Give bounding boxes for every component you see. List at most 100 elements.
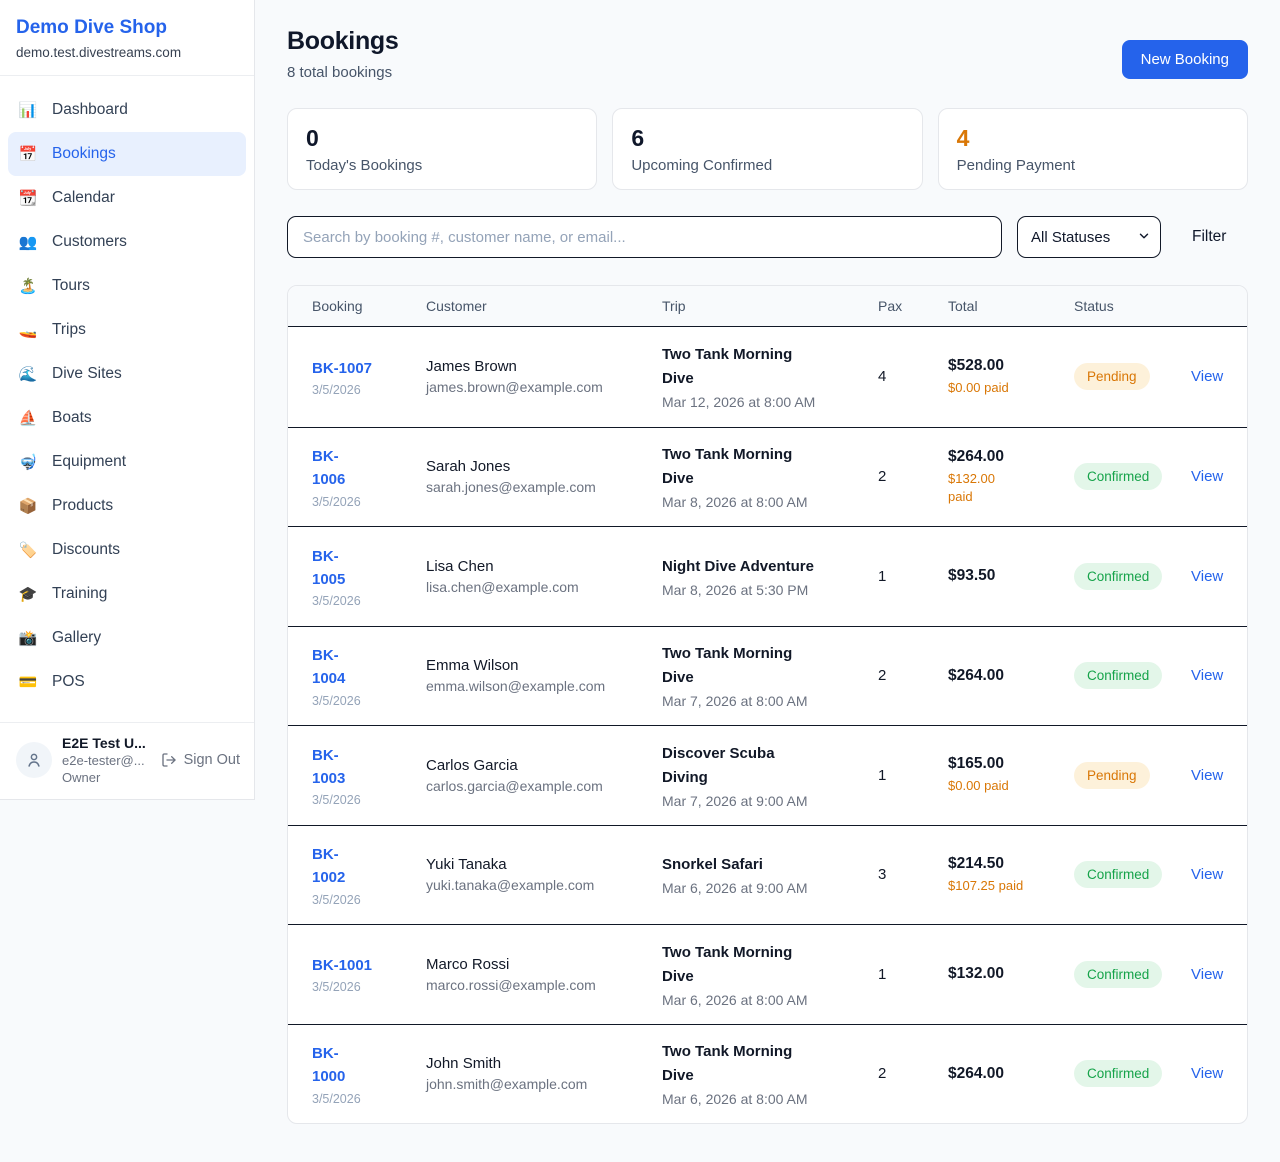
sidebar-item-label: Equipment — [52, 453, 126, 471]
view-link[interactable]: View — [1191, 767, 1223, 784]
new-booking-button[interactable]: New Booking — [1122, 40, 1248, 79]
trip-datetime: Mar 8, 2026 at 5:30 PM — [662, 582, 878, 598]
person-icon — [25, 751, 43, 769]
view-link[interactable]: View — [1191, 568, 1223, 585]
sidebar-item-trips[interactable]: 🚤 Trips — [8, 308, 246, 352]
customer-name: Sarah Jones — [426, 458, 662, 475]
booking-number-link[interactable]: BK-1004 — [312, 644, 354, 691]
filter-button[interactable]: Filter — [1192, 228, 1226, 246]
customer-name: John Smith — [426, 1055, 662, 1072]
paid-amount: $0.00 paid — [948, 777, 1074, 795]
user-email: e2e-tester@... — [62, 753, 151, 768]
booking-cell: BK-1007 3/5/2026 — [312, 357, 426, 397]
status-badge: Pending — [1074, 363, 1150, 390]
view-link[interactable]: View — [1191, 667, 1223, 684]
trip-name: Two Tank Morning Dive — [662, 343, 797, 391]
sidebar-item-tours[interactable]: 🏝️ Tours — [8, 264, 246, 308]
sidebar-item-equipment[interactable]: 🤿 Equipment — [8, 440, 246, 484]
trip-datetime: Mar 7, 2026 at 9:00 AM — [662, 793, 878, 809]
sidebar-nav: 📊 Dashboard 📅 Bookings 📆 Calendar 👥 Cust… — [0, 76, 254, 722]
total-cell: $93.50 — [948, 567, 1074, 585]
view-link[interactable]: View — [1191, 1065, 1223, 1082]
stat-label: Today's Bookings — [306, 157, 578, 174]
trip-cell: Discover Scuba Diving Mar 7, 2026 at 9:0… — [662, 742, 878, 809]
sidebar-item-dive-sites[interactable]: 🌊 Dive Sites — [8, 352, 246, 396]
sidebar-item-discounts[interactable]: 🏷️ Discounts — [8, 528, 246, 572]
customer-name: Yuki Tanaka — [426, 856, 662, 873]
page-title-block: Bookings 8 total bookings — [287, 27, 399, 81]
status-filter-select[interactable]: All Statuses — [1017, 216, 1161, 258]
booking-date: 3/5/2026 — [312, 980, 426, 994]
sidebar-item-products[interactable]: 📦 Products — [8, 484, 246, 528]
total-cell: $165.00 $0.00 paid — [948, 755, 1074, 795]
customer-name: James Brown — [426, 358, 662, 375]
view-link[interactable]: View — [1191, 866, 1223, 883]
sidebar-item-customers[interactable]: 👥 Customers — [8, 220, 246, 264]
user-footer: E2E Test U... e2e-tester@... Owner Sign … — [0, 722, 254, 799]
search-input[interactable] — [287, 216, 1002, 258]
view-link[interactable]: View — [1191, 368, 1223, 385]
booking-cell: BK-1001 3/5/2026 — [312, 954, 426, 994]
wave-icon: 🌊 — [18, 365, 38, 383]
customer-name: Marco Rossi — [426, 956, 662, 973]
table-row: BK-1003 3/5/2026 Carlos Garcia carlos.ga… — [288, 725, 1247, 825]
main-content: Bookings 8 total bookings New Booking 0 … — [255, 0, 1280, 1124]
booking-number-link[interactable]: BK-1007 — [312, 357, 426, 380]
status-cell: Confirmed — [1074, 662, 1191, 689]
total-amount: $165.00 — [948, 755, 1074, 773]
brand: Demo Dive Shop demo.test.divestreams.com — [0, 0, 254, 76]
sidebar-item-dashboard[interactable]: 📊 Dashboard — [8, 88, 246, 132]
sidebar-item-gallery[interactable]: 📸 Gallery — [8, 616, 246, 660]
graduation-cap-icon: 🎓 — [18, 585, 38, 603]
view-link[interactable]: View — [1191, 966, 1223, 983]
sidebar-item-training[interactable]: 🎓 Training — [8, 572, 246, 616]
view-link[interactable]: View — [1191, 468, 1223, 485]
total-cell: $264.00 $132.00 paid — [948, 448, 1074, 506]
booking-number-link[interactable]: BK-1003 — [312, 744, 354, 791]
total-amount: $264.00 — [948, 667, 1074, 685]
trip-name: Two Tank Morning Dive — [662, 941, 797, 989]
sidebar-item-pos[interactable]: 💳 POS — [8, 660, 246, 704]
trip-cell: Two Tank Morning Dive Mar 6, 2026 at 8:0… — [662, 1040, 878, 1107]
total-amount: $264.00 — [948, 448, 1074, 466]
column-header-status: Status — [1074, 298, 1191, 314]
trip-cell: Two Tank Morning Dive Mar 6, 2026 at 8:0… — [662, 941, 878, 1008]
trip-name: Two Tank Morning Dive — [662, 443, 797, 491]
table-row: BK-1005 3/5/2026 Lisa Chen lisa.chen@exa… — [288, 526, 1247, 626]
booking-number-link[interactable]: BK-1006 — [312, 445, 354, 492]
sidebar-item-label: Dashboard — [52, 101, 128, 119]
sidebar-item-label: Products — [52, 497, 113, 515]
customer-name: Emma Wilson — [426, 657, 662, 674]
customer-email: carlos.garcia@example.com — [426, 778, 662, 794]
trip-name: Night Dive Adventure — [662, 555, 878, 579]
sidebar-item-bookings[interactable]: 📅 Bookings — [8, 132, 246, 176]
table-header-row: Booking Customer Trip Pax Total Status — [288, 286, 1247, 327]
paid-amount: $132.00 paid — [948, 470, 1006, 506]
paid-amount: $0.00 paid — [948, 379, 1074, 397]
trip-name: Two Tank Morning Dive — [662, 642, 797, 690]
customer-email: emma.wilson@example.com — [426, 678, 662, 694]
sidebar-item-calendar[interactable]: 📆 Calendar — [8, 176, 246, 220]
pax-cell: 2 — [878, 1065, 948, 1082]
sidebar-item-label: Dive Sites — [52, 365, 122, 383]
column-header-booking: Booking — [312, 298, 426, 314]
page-header: Bookings 8 total bookings New Booking — [287, 27, 1248, 81]
sailboat-icon: ⛵ — [18, 409, 38, 427]
status-filter-wrap: All Statuses — [1017, 216, 1161, 258]
sidebar-item-boats[interactable]: ⛵ Boats — [8, 396, 246, 440]
status-cell: Confirmed — [1074, 463, 1191, 490]
trip-datetime: Mar 7, 2026 at 8:00 AM — [662, 693, 878, 709]
bar-chart-icon: 📊 — [18, 101, 38, 119]
booking-number-link[interactable]: BK-1002 — [312, 843, 354, 890]
customer-cell: Yuki Tanaka yuki.tanaka@example.com — [426, 856, 662, 893]
camera-icon: 📸 — [18, 629, 38, 647]
stat-value: 0 — [306, 125, 578, 152]
sign-out-button[interactable]: Sign Out — [161, 752, 240, 768]
booking-date: 3/5/2026 — [312, 1092, 426, 1106]
booking-number-link[interactable]: BK-1005 — [312, 545, 354, 592]
booking-number-link[interactable]: BK-1001 — [312, 954, 426, 977]
user-meta: E2E Test U... e2e-tester@... Owner — [62, 735, 151, 785]
sidebar-item-label: Tours — [52, 277, 90, 295]
people-icon: 👥 — [18, 233, 38, 251]
booking-number-link[interactable]: BK-1000 — [312, 1042, 354, 1089]
